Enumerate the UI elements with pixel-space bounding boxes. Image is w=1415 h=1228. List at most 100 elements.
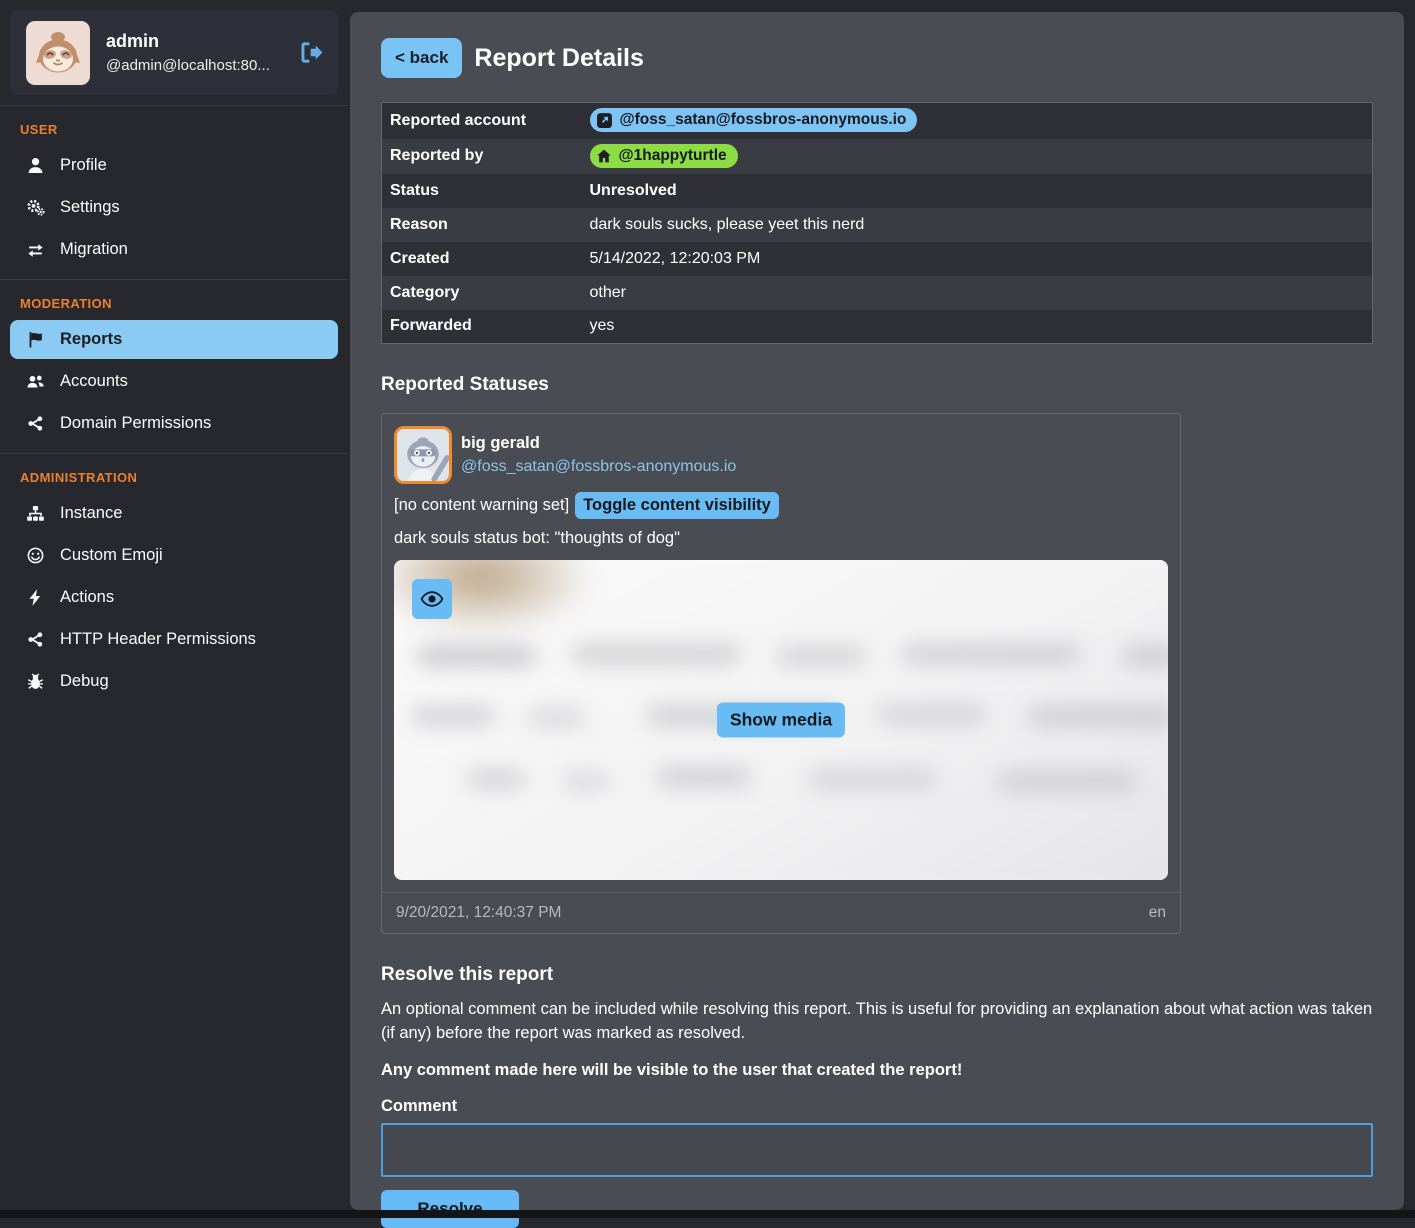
- sidebar-item-profile[interactable]: Profile: [10, 146, 338, 185]
- status-author-handle[interactable]: @foss_satan@fossbros-anonymous.io: [461, 458, 736, 476]
- section-header-moderation: MODERATION: [0, 288, 348, 317]
- reported-by-pill[interactable]: @1happyturtle: [590, 144, 738, 168]
- report-details-panel: < back Report Details Reported account @…: [350, 12, 1404, 1210]
- sidebar-item-custom-emoji[interactable]: Custom Emoji: [10, 536, 338, 575]
- sidebar-item-label: Accounts: [60, 372, 128, 391]
- table-row: Created 5/14/2022, 12:20:03 PM: [382, 242, 1373, 276]
- sidebar-item-label: Actions: [60, 588, 114, 607]
- reported-status-card: big gerald @foss_satan@fossbros-anonymou…: [381, 413, 1181, 934]
- toggle-content-visibility-button[interactable]: Toggle content visibility: [575, 492, 779, 519]
- comment-label: Comment: [381, 1097, 1373, 1116]
- sidebar-section-administration: ADMINISTRATION Instance Custom Emoji Act…: [0, 453, 348, 701]
- row-value: other: [582, 276, 1373, 310]
- report-info-table: Reported account @foss_satan@fossbros-an…: [381, 102, 1373, 344]
- status-content-text: dark souls status bot: "thoughts of dog": [382, 529, 1180, 548]
- sidebar-item-label: Instance: [60, 504, 122, 523]
- table-row: Reported by @1happyturtle: [382, 139, 1373, 174]
- sidebar-section-user: USER Profile Settings Migration: [0, 105, 348, 269]
- table-row: Forwarded yes: [382, 310, 1373, 344]
- resolve-warning: Any comment made here will be visible to…: [381, 1061, 1373, 1080]
- gears-icon: [24, 198, 46, 217]
- sidebar-item-instance[interactable]: Instance: [10, 494, 338, 533]
- section-header-user: USER: [0, 114, 348, 143]
- resolve-button[interactable]: Resolve: [381, 1190, 519, 1228]
- table-row: Reported account @foss_satan@fossbros-an…: [382, 103, 1373, 139]
- table-row: Reason dark souls sucks, please yeet thi…: [382, 208, 1373, 242]
- eye-icon: [420, 587, 444, 611]
- table-row: Category other: [382, 276, 1373, 310]
- comment-input[interactable]: [381, 1123, 1373, 1177]
- sidebar: admin @admin@localhost:80... USER Profil…: [0, 0, 348, 704]
- users-icon: [24, 372, 46, 391]
- user-icon: [24, 156, 46, 175]
- sidebar-item-label: Domain Permissions: [60, 414, 211, 433]
- page-bottom-strip: [0, 1210, 1415, 1218]
- reported-account-pill[interactable]: @foss_satan@fossbros-anonymous.io: [590, 108, 918, 132]
- sidebar-item-label: Migration: [60, 240, 128, 259]
- share-nodes-icon: [24, 414, 46, 433]
- bolt-icon: [24, 588, 46, 607]
- sign-out-icon: [297, 39, 324, 66]
- row-label: Reported by: [382, 139, 582, 174]
- main-header: < back Report Details: [381, 38, 1373, 78]
- sidebar-item-domain-permissions[interactable]: Domain Permissions: [10, 404, 338, 443]
- show-media-button[interactable]: Show media: [717, 703, 845, 738]
- content-warning-row: [no content warning set] Toggle content …: [382, 492, 1180, 519]
- sidebar-item-actions[interactable]: Actions: [10, 578, 338, 617]
- row-label: Reported account: [382, 103, 582, 139]
- status-media-attachment[interactable]: Show media: [394, 560, 1168, 880]
- user-handle: @admin@localhost:80...: [106, 57, 270, 74]
- row-value: Unresolved: [582, 174, 1373, 208]
- status-language: en: [1149, 904, 1166, 922]
- external-link-icon: [596, 112, 613, 129]
- sidebar-item-label: HTTP Header Permissions: [60, 630, 256, 649]
- sidebar-item-http-header-permissions[interactable]: HTTP Header Permissions: [10, 620, 338, 659]
- sign-out-button[interactable]: [297, 39, 324, 66]
- flag-icon: [24, 330, 46, 349]
- sidebar-item-migration[interactable]: Migration: [10, 230, 338, 269]
- smiley-icon: [24, 546, 46, 565]
- row-value: 5/14/2022, 12:20:03 PM: [582, 242, 1373, 276]
- sidebar-item-accounts[interactable]: Accounts: [10, 362, 338, 401]
- status-header: big gerald @foss_satan@fossbros-anonymou…: [382, 414, 1180, 484]
- bug-icon: [24, 672, 46, 691]
- status-display-name: big gerald: [461, 434, 736, 453]
- table-row: Status Unresolved: [382, 174, 1373, 208]
- sidebar-item-debug[interactable]: Debug: [10, 662, 338, 701]
- admin-avatar: [26, 21, 90, 85]
- home-icon: [596, 148, 612, 164]
- row-value: dark souls sucks, please yeet this nerd: [582, 208, 1373, 242]
- back-button[interactable]: < back: [381, 38, 462, 78]
- reported-by-handle: @1happyturtle: [619, 147, 727, 165]
- sidebar-item-label: Settings: [60, 198, 120, 217]
- row-label: Reason: [382, 208, 582, 242]
- section-header-administration: ADMINISTRATION: [0, 462, 348, 491]
- status-footer: 9/20/2021, 12:40:37 PM en: [382, 892, 1180, 933]
- resolve-description: An optional comment can be included whil…: [381, 998, 1373, 1046]
- status-author-avatar: [394, 426, 452, 484]
- user-name: admin: [106, 31, 270, 52]
- row-value: yes: [582, 310, 1373, 344]
- row-label: Category: [382, 276, 582, 310]
- resolve-heading: Resolve this report: [381, 964, 1373, 986]
- page-title: Report Details: [474, 44, 643, 73]
- sidebar-item-label: Reports: [60, 330, 122, 349]
- row-label: Forwarded: [382, 310, 582, 344]
- reported-account-handle: @foss_satan@fossbros-anonymous.io: [620, 111, 907, 129]
- sitemap-icon: [24, 504, 46, 523]
- sidebar-item-settings[interactable]: Settings: [10, 188, 338, 227]
- sidebar-item-label: Debug: [60, 672, 109, 691]
- sidebar-section-moderation: MODERATION Reports Accounts Domain Permi…: [0, 279, 348, 443]
- status-timestamp: 9/20/2021, 12:40:37 PM: [396, 904, 561, 922]
- hide-media-button[interactable]: [412, 579, 452, 619]
- user-card[interactable]: admin @admin@localhost:80...: [10, 10, 338, 95]
- sidebar-item-reports[interactable]: Reports: [10, 320, 338, 359]
- sidebar-item-label: Custom Emoji: [60, 546, 163, 565]
- share-nodes-icon: [24, 630, 46, 649]
- row-label: Status: [382, 174, 582, 208]
- content-warning-text: [no content warning set]: [394, 496, 569, 515]
- sidebar-item-label: Profile: [60, 156, 107, 175]
- transfer-arrows-icon: [24, 240, 46, 259]
- reported-statuses-heading: Reported Statuses: [381, 374, 1373, 396]
- row-label: Created: [382, 242, 582, 276]
